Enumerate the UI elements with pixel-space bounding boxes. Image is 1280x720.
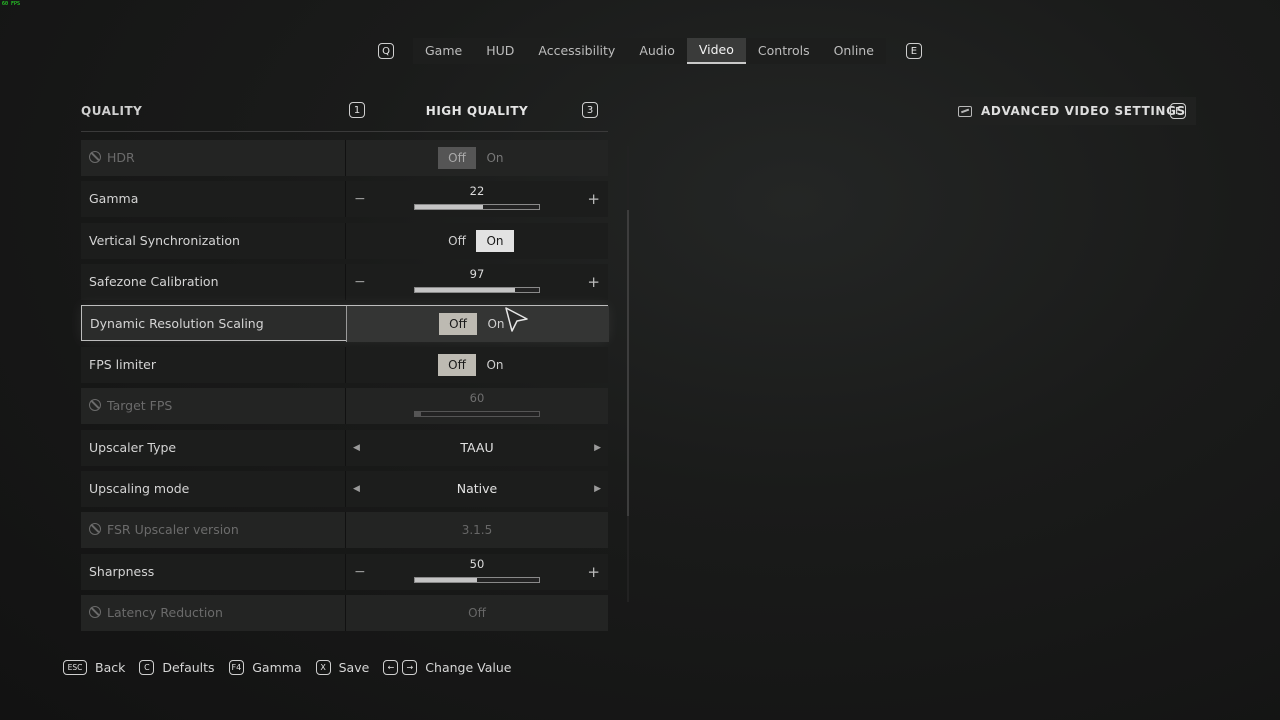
toggle-off[interactable]: Off <box>438 230 476 252</box>
esc-key[interactable]: ESC <box>63 659 87 675</box>
quality-label: QUALITY <box>81 104 143 118</box>
arrow-right-key[interactable]: → <box>402 659 418 675</box>
setting-row-hdr: HDR Off On <box>81 140 608 176</box>
select-value: TAAU <box>460 440 494 455</box>
upscaler-type-select[interactable]: ◀ TAAU ▶ <box>346 430 608 466</box>
vsync-toggle[interactable]: Off On <box>346 223 608 259</box>
save-hint[interactable]: Save <box>339 660 370 675</box>
tab-audio[interactable]: Audio <box>627 38 687 64</box>
defaults-hint[interactable]: Defaults <box>162 660 214 675</box>
setting-row-fsr-version: FSR Upscaler version 3.1.5 <box>81 512 608 548</box>
gamma-key[interactable]: F4 <box>228 659 245 675</box>
next-tab-key[interactable]: E <box>905 43 922 59</box>
arrow-right-icon[interactable]: ▶ <box>594 471 601 507</box>
quality-prev-key[interactable]: 1 <box>349 102 365 118</box>
advanced-video-settings-button[interactable]: ADVANCED VIDEO SETTINGS F <box>950 97 1196 125</box>
slider-track[interactable] <box>414 287 540 293</box>
setting-label: Sharpness <box>89 564 155 579</box>
setting-row-gamma[interactable]: Gamma − 22 + <box>81 181 608 217</box>
sharpness-slider[interactable]: − 50 + <box>346 554 608 590</box>
tab-list: Game HUD Accessibility Audio Video Contr… <box>413 38 886 64</box>
setting-label: Vertical Synchronization <box>89 233 240 248</box>
setting-label: HDR <box>107 150 135 165</box>
advanced-label: ADVANCED VIDEO SETTINGS <box>981 104 1186 118</box>
prev-tab-key[interactable]: Q <box>378 43 394 59</box>
footer-hints: ESC Back C Defaults F4 Gamma X Save ← → … <box>63 658 525 676</box>
defaults-key[interactable]: C <box>139 659 155 675</box>
dynamic-resolution-toggle[interactable]: Off On <box>347 306 609 342</box>
fps-counter: 60 FPS <box>2 1 21 7</box>
setting-label: Upscaler Type <box>89 440 177 455</box>
setting-label: Dynamic Resolution Scaling <box>90 316 264 331</box>
setting-label: Gamma <box>89 191 139 206</box>
arrow-right-icon[interactable]: ▶ <box>594 430 601 466</box>
slider-fill <box>415 205 484 209</box>
setting-row-vsync[interactable]: Vertical Synchronization Off On <box>81 223 608 259</box>
back-hint[interactable]: Back <box>95 660 125 675</box>
upscaling-mode-select[interactable]: ◀ Native ▶ <box>346 471 608 507</box>
tab-online[interactable]: Online <box>822 38 886 64</box>
slider-value: 50 <box>469 557 485 571</box>
gamma-slider[interactable]: − 22 + <box>346 181 608 217</box>
setting-label: FPS limiter <box>89 357 156 372</box>
readonly-value: Off <box>468 606 486 620</box>
toggle-on[interactable]: On <box>476 354 514 376</box>
save-key[interactable]: X <box>315 659 331 675</box>
target-fps-slider: 60 <box>346 388 608 424</box>
safezone-slider[interactable]: − 97 + <box>346 264 608 300</box>
setting-row-sharpness[interactable]: Sharpness − 50 + <box>81 554 608 590</box>
slider-value: 22 <box>469 184 485 198</box>
setting-row-latency-reduction: Latency Reduction Off <box>81 595 608 631</box>
slider-track[interactable] <box>414 577 540 583</box>
slider-fill <box>415 412 422 416</box>
advanced-key: F <box>1170 103 1186 119</box>
quality-preset-header: QUALITY 1 HIGH QUALITY 3 <box>81 102 608 120</box>
select-value: Native <box>456 481 498 496</box>
slider-track <box>414 411 540 417</box>
toggle-on[interactable]: On <box>476 230 514 252</box>
setting-label: Safezone Calibration <box>89 274 219 289</box>
slider-track[interactable] <box>414 204 540 210</box>
slider-fill <box>415 288 516 292</box>
setting-row-upscaler-type[interactable]: Upscaler Type ◀ TAAU ▶ <box>81 430 608 466</box>
plus-icon[interactable]: + <box>587 273 600 291</box>
mouse-cursor-icon <box>505 307 528 332</box>
setting-row-target-fps: Target FPS 60 <box>81 388 608 424</box>
slider-value: 97 <box>469 267 485 281</box>
slider-value: 60 <box>469 391 485 405</box>
toggle-on: On <box>486 151 504 165</box>
scrollbar-thumb[interactable] <box>627 210 629 516</box>
quality-next-key[interactable]: 3 <box>582 102 598 118</box>
slider-fill <box>415 578 477 582</box>
plus-icon[interactable]: + <box>587 190 600 208</box>
setting-row-safezone[interactable]: Safezone Calibration − 97 + <box>81 264 608 300</box>
setting-label: Upscaling mode <box>89 481 190 496</box>
plus-icon[interactable]: + <box>587 563 600 581</box>
monitor-icon <box>958 105 972 117</box>
quality-value[interactable]: HIGH QUALITY <box>407 104 547 118</box>
change-value-hint[interactable]: Change Value <box>425 660 511 675</box>
toggle-off[interactable]: Off <box>438 354 476 376</box>
setting-label: Target FPS <box>107 398 173 413</box>
tab-hud[interactable]: HUD <box>474 38 526 64</box>
readonly-value: 3.1.5 <box>461 523 493 537</box>
setting-label: Latency Reduction <box>107 605 223 620</box>
top-tab-bar: Q Game HUD Accessibility Audio Video Con… <box>378 38 922 64</box>
tab-game[interactable]: Game <box>413 38 474 64</box>
header-divider <box>81 131 608 132</box>
gamma-hint[interactable]: Gamma <box>252 660 301 675</box>
arrow-left-key[interactable]: ← <box>383 659 399 675</box>
toggle-off: Off <box>438 147 476 169</box>
fps-limiter-toggle[interactable]: Off On <box>346 347 608 383</box>
setting-row-upscaling-mode[interactable]: Upscaling mode ◀ Native ▶ <box>81 471 608 507</box>
tab-controls[interactable]: Controls <box>746 38 822 64</box>
setting-row-fps-limiter[interactable]: FPS limiter Off On <box>81 347 608 383</box>
tab-video[interactable]: Video <box>686 38 746 64</box>
hdr-toggle: Off On <box>346 140 608 176</box>
toggle-off[interactable]: Off <box>439 313 477 335</box>
tab-accessibility[interactable]: Accessibility <box>526 38 627 64</box>
setting-label: FSR Upscaler version <box>107 522 239 537</box>
